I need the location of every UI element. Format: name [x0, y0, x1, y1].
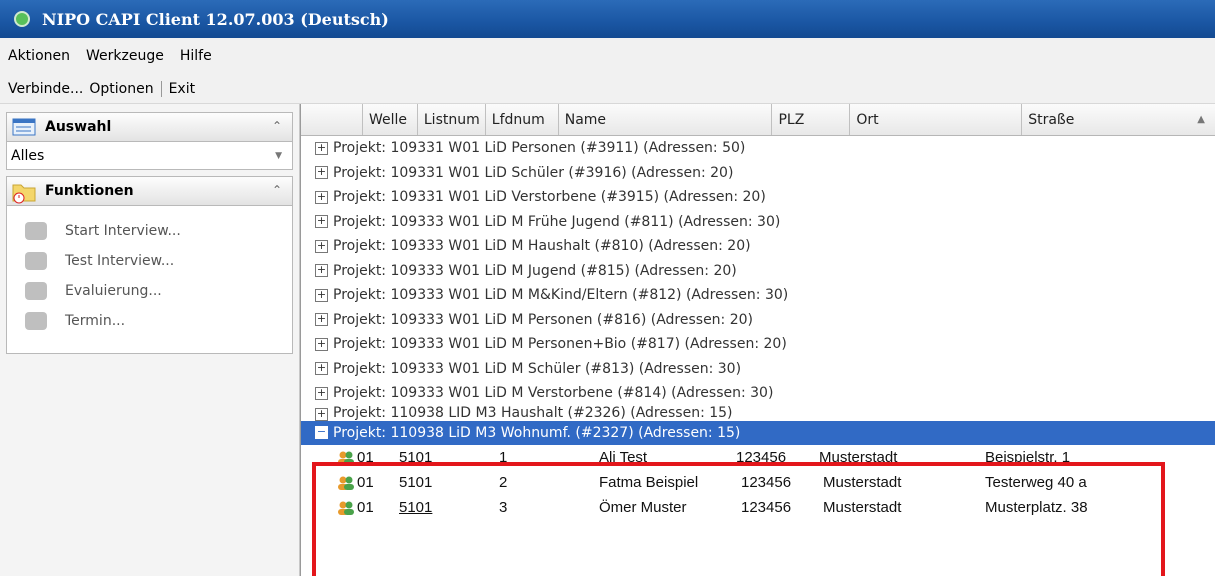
expand-icon[interactable]: +: [315, 190, 328, 204]
folder-clock-icon: [11, 180, 37, 204]
exit-button[interactable]: Exit: [169, 81, 196, 97]
expand-icon[interactable]: +: [315, 288, 328, 302]
group-row[interactable]: + Projekt: 109331 W01 LiD Verstorbene (#3…: [301, 185, 1215, 210]
window-list-icon: [11, 116, 37, 138]
functions-panel-title: Funktionen: [45, 183, 134, 199]
selection-dropdown[interactable]: Alles ▼: [6, 142, 293, 170]
test-interview-label: Test Interview...: [65, 253, 175, 269]
selection-panel-header[interactable]: Auswahl ⌃: [6, 112, 293, 142]
functions-panel-header[interactable]: Funktionen ⌃: [6, 176, 293, 206]
selection-dropdown-value: Alles: [11, 147, 45, 164]
expand-icon[interactable]: +: [315, 386, 328, 400]
column-strasse[interactable]: Straße: [1022, 104, 1215, 135]
column-name[interactable]: Name: [559, 104, 773, 135]
test-interview-icon: [25, 252, 47, 270]
group-row[interactable]: + Projekt: 109333 W01 LiD M Verstorbene (…: [301, 381, 1215, 406]
group-row[interactable]: + Projekt: 109333 W01 LiD M Personen (#81…: [301, 308, 1215, 333]
appointment-item[interactable]: Termin...: [7, 306, 292, 336]
expand-icon[interactable]: +: [315, 337, 328, 351]
test-interview-item[interactable]: Test Interview...: [7, 246, 292, 276]
toolbar: Verbinde... Optionen Exit: [0, 74, 1215, 104]
group-row[interactable]: + Projekt: 109333 W01 LiD M M&Kind/Eltern…: [301, 283, 1215, 308]
start-interview-icon: [25, 222, 47, 240]
column-ort[interactable]: Ort: [850, 104, 1023, 135]
selected-group-row[interactable]: − Projekt: 110938 LiD M3 Wohnumf. (#2327…: [301, 420, 1215, 445]
evaluation-label: Evaluierung...: [65, 283, 162, 299]
expand-icon[interactable]: +: [315, 215, 328, 229]
start-interview-label: Start Interview...: [65, 223, 181, 239]
evaluation-icon: [25, 282, 47, 300]
menu-bar: Aktionen Werkzeuge Hilfe: [0, 38, 1215, 74]
window-title: NIPO CAPI Client 12.07.003 (Deutsch): [42, 9, 389, 29]
collapse-icon[interactable]: ⌃: [272, 183, 282, 197]
sort-ascending-icon: ▲: [1197, 114, 1205, 125]
expand-icon[interactable]: +: [315, 166, 328, 180]
start-interview-item[interactable]: Start Interview...: [7, 216, 292, 246]
appointment-label: Termin...: [65, 313, 126, 329]
menu-aktionen[interactable]: Aktionen: [8, 48, 70, 64]
expand-icon[interactable]: +: [315, 264, 328, 278]
chevron-down-icon[interactable]: ▼: [275, 151, 282, 161]
group-row[interactable]: + Projekt: 109333 W01 LiD M Jugend (#815)…: [301, 259, 1215, 284]
evaluation-item[interactable]: Evaluierung...: [7, 276, 292, 306]
appointment-icon: [25, 312, 47, 330]
collapse-icon[interactable]: ⌃: [272, 119, 282, 133]
group-row[interactable]: + Projekt: 109331 W01 LiD Schüler (#3916)…: [301, 161, 1215, 186]
column-welle[interactable]: Welle: [363, 104, 418, 135]
group-row[interactable]: + Projekt: 109331 W01 LiD Personen (#3911…: [301, 136, 1215, 161]
column-lfdnum[interactable]: Lfdnum: [486, 104, 559, 135]
highlight-frame: [312, 462, 1165, 576]
expand-icon[interactable]: +: [315, 239, 328, 253]
grid-header: Welle Listnum Lfdnum Name PLZ Ort Straße…: [301, 104, 1215, 136]
column-listnum[interactable]: Listnum: [418, 104, 486, 135]
group-row[interactable]: + Projekt: 109333 W01 LiD M Personen+Bio …: [301, 332, 1215, 357]
expand-icon[interactable]: +: [315, 407, 328, 421]
app-icon: [14, 11, 30, 27]
toolbar-separator: [160, 80, 162, 97]
collapse-group-icon[interactable]: −: [315, 426, 328, 439]
expand-icon[interactable]: +: [315, 362, 328, 376]
menu-hilfe[interactable]: Hilfe: [180, 48, 212, 64]
group-row[interactable]: + Projekt: 109333 W01 LiD M Frühe Jugend …: [301, 210, 1215, 235]
sidebar: Auswahl ⌃ Alles ▼ Funktionen ⌃ Start Int…: [0, 104, 300, 576]
group-row[interactable]: + Projekt: 110938 LID M3 Haushalt (#2326)…: [301, 406, 1215, 421]
title-bar: NIPO CAPI Client 12.07.003 (Deutsch): [0, 0, 1215, 38]
group-row[interactable]: + Projekt: 109333 W01 LiD M Schüler (#813…: [301, 357, 1215, 382]
expand-icon[interactable]: +: [315, 313, 328, 327]
connect-button[interactable]: Verbinde...: [8, 81, 83, 97]
menu-werkzeuge[interactable]: Werkzeuge: [86, 48, 164, 64]
column-plz[interactable]: PLZ: [772, 104, 851, 135]
options-button[interactable]: Optionen: [89, 81, 153, 97]
expand-icon[interactable]: +: [315, 141, 328, 155]
functions-list: Start Interview... Test Interview... Eva…: [6, 206, 293, 354]
selection-panel-title: Auswahl: [45, 119, 112, 135]
group-row[interactable]: + Projekt: 109333 W01 LiD M Haushalt (#81…: [301, 234, 1215, 259]
